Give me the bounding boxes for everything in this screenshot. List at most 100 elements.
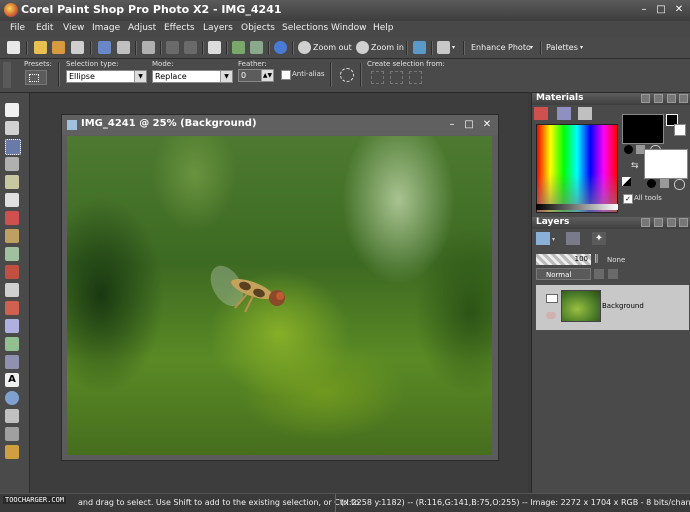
all-tools-checkbox[interactable]: ✓ — [623, 194, 633, 204]
menu-layers[interactable]: Layers — [203, 23, 233, 33]
reset-colors-icon[interactable] — [622, 177, 631, 186]
selection-from-layer-icon[interactable] — [371, 71, 384, 84]
chevron-down-icon[interactable]: ▾ — [552, 236, 555, 243]
preset-shape-icon[interactable] — [5, 391, 19, 405]
swatches-tab-icon[interactable] — [557, 107, 571, 120]
app-logo-icon[interactable] — [4, 3, 18, 17]
pan-tool-icon[interactable] — [5, 103, 19, 117]
paint-brush-icon[interactable] — [5, 301, 19, 315]
selection-from-vector-icon[interactable] — [390, 71, 403, 84]
menu-edit[interactable]: Edit — [36, 23, 53, 33]
new-file-icon[interactable] — [7, 41, 20, 54]
spinner-icon[interactable]: ▲▼ — [261, 70, 273, 81]
grip-handle[interactable] — [3, 62, 11, 88]
window-layout-icon[interactable] — [437, 41, 450, 54]
art-media-icon[interactable] — [5, 445, 19, 459]
layers-panel-header[interactable]: Layers — [532, 217, 690, 229]
bg-style-button-icon[interactable] — [647, 179, 656, 188]
pin-icon[interactable] — [641, 218, 650, 227]
paste-icon[interactable] — [250, 41, 263, 54]
bg-transparent-button-icon[interactable] — [674, 179, 685, 190]
color-spectrum[interactable] — [536, 124, 618, 213]
warp-brush-icon[interactable] — [5, 427, 19, 441]
selection-type-dropdown[interactable]: Ellipse ▼ — [66, 70, 147, 83]
clipboard-icon[interactable] — [208, 41, 221, 54]
menu-help[interactable]: Help — [373, 23, 394, 33]
layer-row-background[interactable]: Background — [536, 285, 689, 330]
presets-button[interactable] — [25, 70, 47, 85]
swap-colors-icon[interactable]: ⇆ — [631, 161, 641, 171]
minimize-palette-icon[interactable] — [667, 218, 676, 227]
minimize-button[interactable]: – — [637, 3, 651, 16]
close-button[interactable]: ✕ — [672, 3, 686, 16]
document-close-button[interactable]: ✕ — [480, 118, 494, 131]
redo-icon[interactable] — [184, 41, 197, 54]
mask-link-icon[interactable]: ∥ — [594, 254, 604, 264]
grayscale-strip[interactable] — [536, 204, 618, 210]
bg-texture-button-icon[interactable] — [660, 179, 669, 188]
frame-tab-icon[interactable] — [534, 107, 548, 120]
layer-visibility-icon[interactable] — [546, 294, 558, 303]
enhance-photo-menu[interactable]: Enhance Photo — [471, 43, 531, 52]
style-button-icon[interactable] — [624, 145, 633, 154]
layer-eye-icon[interactable] — [546, 312, 556, 319]
close-palette-icon[interactable] — [679, 218, 688, 227]
selection-from-mask-icon[interactable] — [409, 71, 422, 84]
print-preview-icon[interactable] — [142, 41, 155, 54]
menu-view[interactable]: View — [63, 23, 84, 33]
maximize-button[interactable]: □ — [654, 3, 668, 16]
zoom-out-button[interactable]: Zoom out — [313, 43, 352, 52]
foreground-material-swatch[interactable] — [622, 114, 664, 144]
eraser-tool-icon[interactable] — [5, 319, 19, 333]
menu-effects[interactable]: Effects — [164, 23, 195, 33]
browse-icon[interactable] — [52, 41, 65, 54]
background-color-swatch[interactable] — [674, 124, 686, 136]
new-mask-icon[interactable] — [566, 232, 580, 245]
image-canvas[interactable] — [67, 136, 492, 455]
dropper-tool-icon[interactable] — [5, 157, 19, 171]
save-as-icon[interactable] — [117, 41, 130, 54]
save-icon[interactable] — [98, 41, 111, 54]
menu-selections[interactable]: Selections — [282, 23, 328, 33]
crop-tool-icon[interactable] — [5, 175, 19, 189]
flood-fill-icon[interactable] — [5, 337, 19, 351]
straighten-tool-icon[interactable] — [5, 193, 19, 207]
makeover-tool-icon[interactable] — [5, 229, 19, 243]
link-layer-icon[interactable] — [594, 269, 604, 279]
anti-alias-checkbox[interactable] — [281, 70, 291, 80]
screen-capture-icon[interactable] — [413, 41, 426, 54]
document-maximize-button[interactable]: □ — [462, 118, 476, 131]
lock-transparency-icon[interactable] — [608, 269, 618, 279]
zoom-out-icon[interactable] — [298, 41, 311, 54]
zoom-in-button[interactable]: Zoom in — [371, 43, 404, 52]
menu-objects[interactable]: Objects — [241, 23, 275, 33]
chevron-down-icon[interactable]: ▾ — [452, 44, 455, 51]
clone-brush-icon[interactable] — [5, 247, 19, 261]
palettes-menu[interactable]: Palettes — [546, 43, 578, 52]
minimize-palette-icon[interactable] — [667, 94, 676, 103]
select-all-icon[interactable] — [340, 68, 354, 82]
pen-tool-icon[interactable] — [5, 409, 19, 423]
materials-panel-header[interactable]: Materials — [532, 93, 690, 105]
text-tool-icon[interactable]: A — [5, 373, 19, 387]
new-layer-icon[interactable] — [536, 232, 550, 245]
menu-window[interactable]: Window — [331, 23, 367, 33]
picture-tube-icon[interactable] — [5, 355, 19, 369]
rainbow-tab-icon[interactable] — [578, 107, 592, 120]
pin-icon[interactable] — [641, 94, 650, 103]
scratch-remover-icon[interactable] — [5, 265, 19, 279]
open-folder-icon[interactable] — [34, 41, 47, 54]
close-palette-icon[interactable] — [679, 94, 688, 103]
background-material-swatch[interactable] — [644, 149, 688, 179]
undo-icon[interactable] — [166, 41, 179, 54]
copy-icon[interactable] — [232, 41, 245, 54]
menu-file[interactable]: File — [10, 23, 25, 33]
mode-dropdown[interactable]: Replace ▼ — [152, 70, 233, 83]
pick-tool-icon[interactable] — [5, 121, 19, 135]
document-minimize-button[interactable]: – — [445, 118, 459, 131]
help-icon[interactable] — [654, 218, 663, 227]
zoom-in-icon[interactable] — [356, 41, 369, 54]
info-icon[interactable] — [274, 41, 287, 54]
menu-image[interactable]: Image — [92, 23, 120, 33]
opacity-slider[interactable]: 100 — [536, 254, 591, 265]
